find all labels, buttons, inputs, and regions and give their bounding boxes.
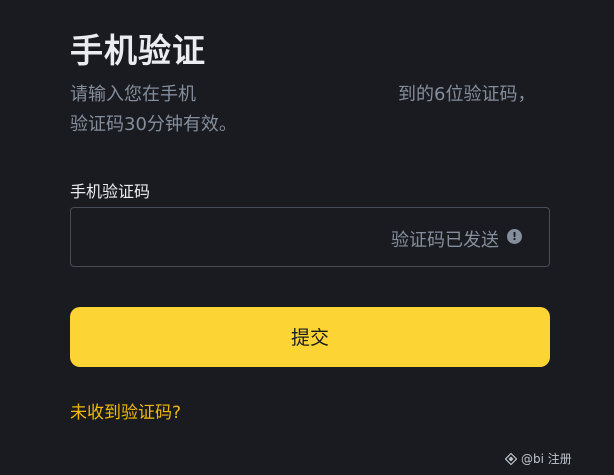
brand-logo-icon: [505, 452, 517, 465]
description-line-1-end: 到的6位验证码，: [398, 84, 536, 105]
description-line-1-start: 请输入您在手机: [70, 84, 196, 105]
verification-code-input[interactable]: [83, 208, 387, 268]
code-field-label: 手机验证码: [70, 182, 151, 201]
code-sent-status: 验证码已发送: [391, 230, 499, 251]
watermark-text: @bi 注册: [521, 452, 572, 466]
info-icon[interactable]: !: [507, 229, 522, 244]
submit-button[interactable]: 提交: [70, 307, 550, 367]
code-input-container[interactable]: 验证码已发送 !: [70, 207, 550, 268]
code-not-received-link[interactable]: 未收到验证码?: [70, 398, 181, 423]
redacted-phone-mask: [206, 82, 398, 108]
description-line-2: 验证码30分钟有效。: [70, 114, 237, 135]
page-title: 手机验证: [70, 31, 206, 70]
watermark: @bi 注册: [505, 450, 572, 467]
